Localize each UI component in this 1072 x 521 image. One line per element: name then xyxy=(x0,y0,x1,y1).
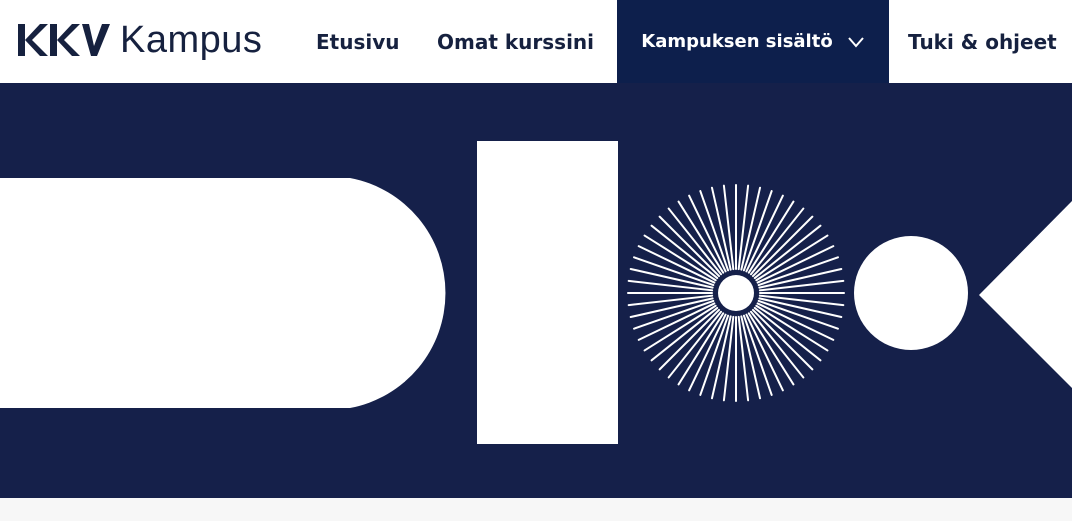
nav-campus-content-label: Kampuksen sisältö xyxy=(641,31,833,52)
logo-text: Kampus xyxy=(120,19,263,61)
starburst-ray xyxy=(658,308,721,371)
nav-campus-content-dropdown[interactable]: Kampuksen sisältö xyxy=(617,0,889,83)
nav-help-and-guides[interactable]: Tuki & ohjeet xyxy=(908,0,1057,83)
nav-my-courses[interactable]: Omat kurssini xyxy=(437,0,594,83)
hero-starburst-center xyxy=(718,275,754,311)
kkv-logo-icon xyxy=(18,24,110,56)
nav-home[interactable]: Etusivu xyxy=(316,0,400,83)
hero-circle-shape xyxy=(854,236,968,350)
hero-rounded-bar-shape xyxy=(0,178,446,408)
content-area-top xyxy=(0,498,1072,521)
site-logo[interactable]: Kampus xyxy=(16,12,262,68)
hero-chevron-shape xyxy=(979,201,1072,388)
starburst-ray xyxy=(751,215,814,278)
top-navigation-bar: Kampus Etusivu Omat kurssini Kampuksen s… xyxy=(0,0,1072,83)
hero-banner xyxy=(0,83,1072,498)
chevron-down-icon xyxy=(847,36,864,48)
starburst-ray xyxy=(658,215,721,278)
hero-graphic xyxy=(0,141,1072,444)
starburst-ray xyxy=(751,308,814,371)
hero-rectangle-shape xyxy=(477,141,618,444)
